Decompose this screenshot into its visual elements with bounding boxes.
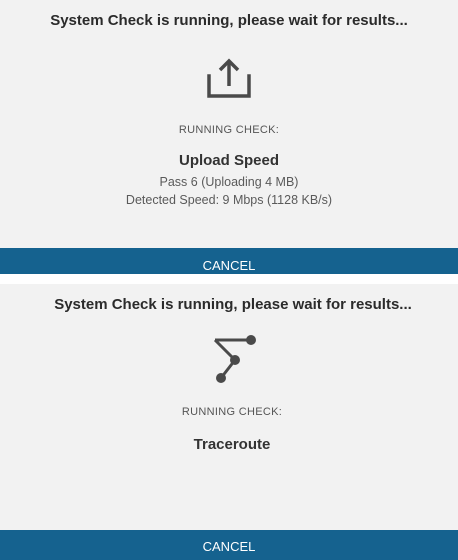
traceroute-icon <box>0 334 458 391</box>
system-check-panel-upload: System Check is running, please wait for… <box>0 0 458 274</box>
panel-title: System Check is running, please wait for… <box>50 12 408 29</box>
cancel-button[interactable]: CANCEL <box>0 530 458 560</box>
panel-title: System Check is running, please wait for… <box>54 296 412 313</box>
running-check-label: RUNNING CHECK: <box>181 406 283 418</box>
running-check-label: RUNNING CHECK: <box>178 124 280 136</box>
check-name: Upload Speed <box>178 152 279 169</box>
check-name: Traceroute <box>193 436 271 453</box>
cancel-button-label: CANCEL <box>202 539 256 554</box>
check-detail-pass: Pass 6 (Uploading 4 MB) <box>159 175 299 189</box>
check-detail-speed: Detected Speed: 9 Mbps (1128 KB/s) <box>125 193 333 207</box>
system-check-panel-traceroute: System Check is running, please wait for… <box>0 284 458 560</box>
upload-icon <box>0 56 458 105</box>
cancel-button[interactable]: CANCEL <box>0 248 458 274</box>
